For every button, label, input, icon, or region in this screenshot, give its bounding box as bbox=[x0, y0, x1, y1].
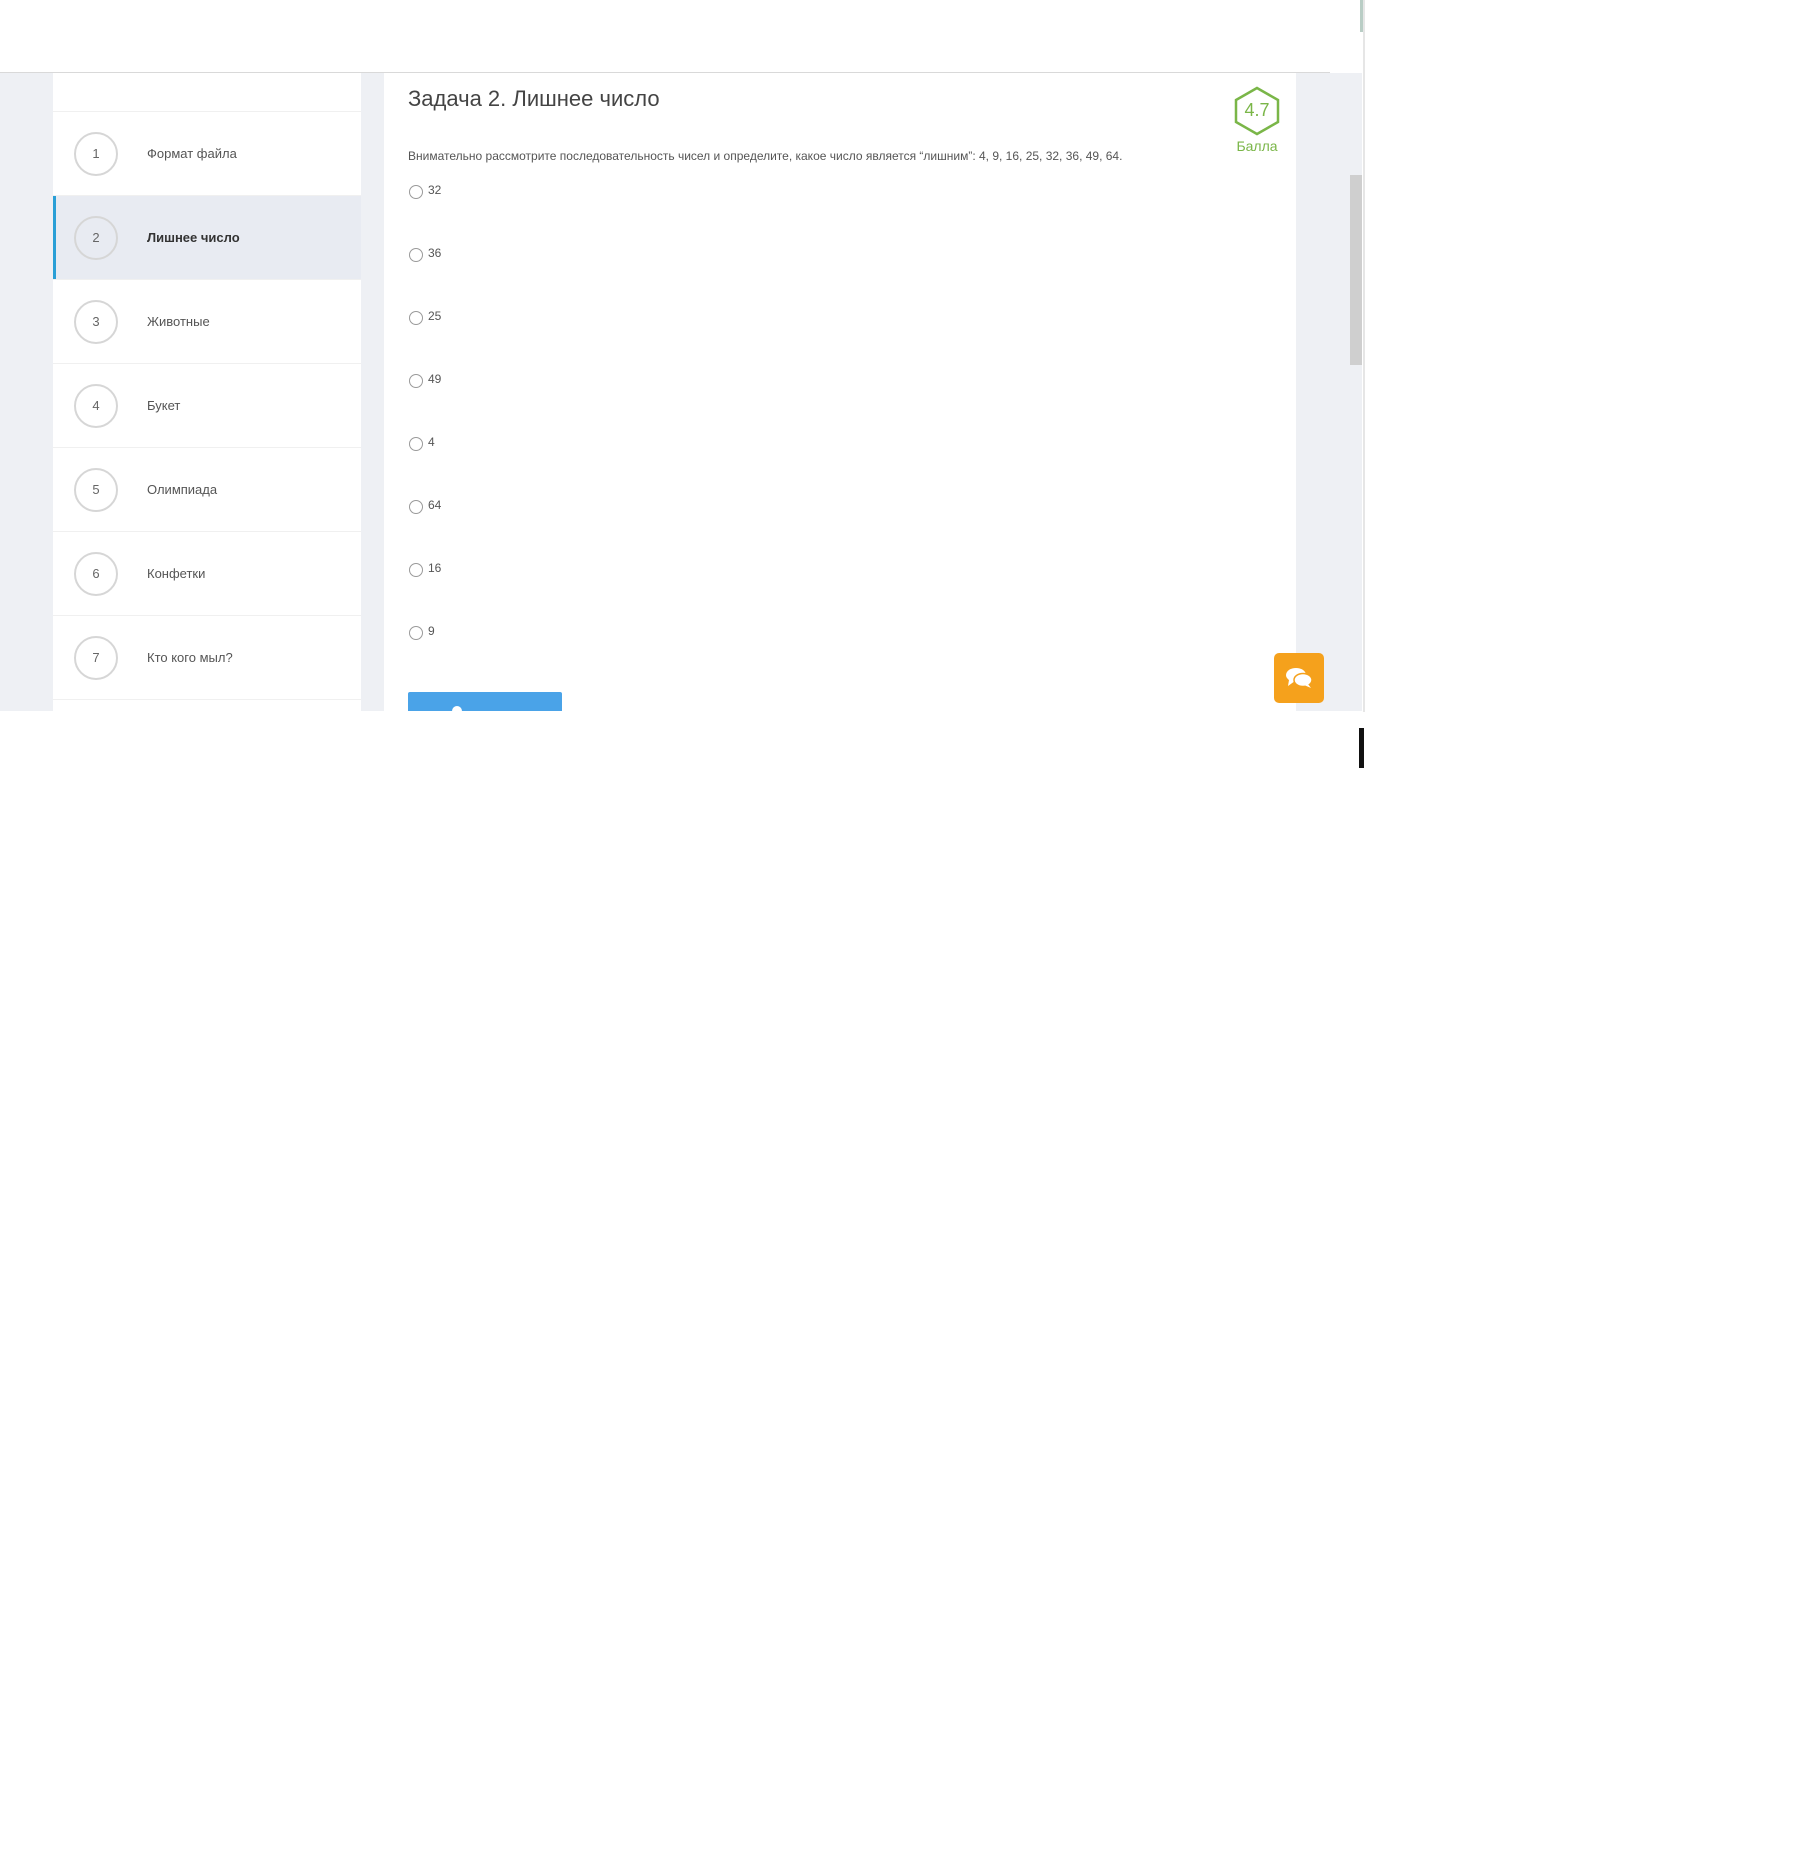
radio-button[interactable] bbox=[409, 563, 423, 577]
task-number-circle: 2 bbox=[74, 215, 118, 260]
radio-button[interactable] bbox=[409, 500, 423, 514]
radio-button[interactable] bbox=[409, 311, 423, 325]
task-number-circle: 4 bbox=[74, 383, 118, 428]
answer-label: 25 bbox=[428, 309, 442, 323]
chat-bubbles-icon bbox=[1286, 668, 1313, 688]
answer-option[interactable]: 32 bbox=[409, 183, 441, 246]
answer-label: 36 bbox=[428, 246, 442, 260]
task-sidebar: 1 Формат файла 2 Лишнее число 3 Животные… bbox=[53, 73, 361, 711]
answer-label: 64 bbox=[428, 498, 442, 512]
radio-button[interactable] bbox=[409, 374, 423, 388]
sidebar-header bbox=[53, 73, 361, 112]
score-label: Балла bbox=[1236, 138, 1278, 154]
answer-option[interactable]: 36 bbox=[409, 246, 441, 309]
sidebar-item-label: Животные bbox=[147, 314, 210, 329]
answer-options: 32 36 25 49 4 64 16 9 bbox=[409, 183, 441, 687]
answer-option[interactable]: 25 bbox=[409, 309, 441, 372]
button-icon bbox=[452, 706, 462, 711]
radio-button[interactable] bbox=[409, 437, 423, 451]
scrollbar[interactable] bbox=[1348, 73, 1362, 711]
sidebar-item-4[interactable]: 4 Букет bbox=[53, 364, 361, 448]
top-bar bbox=[0, 0, 1330, 74]
sidebar-item-3[interactable]: 3 Животные bbox=[53, 280, 361, 364]
answer-option[interactable]: 64 bbox=[409, 498, 441, 561]
answer-option[interactable]: 49 bbox=[409, 372, 441, 435]
answer-option[interactable]: 9 bbox=[409, 624, 441, 687]
sidebar-item-7[interactable]: 7 Кто кого мыл? bbox=[53, 616, 361, 700]
task-panel: Задача 2. Лишнее число 4.7 Балла Внимате… bbox=[384, 73, 1296, 711]
answer-label: 9 bbox=[428, 624, 435, 638]
task-description: Внимательно рассмотрите последовательнос… bbox=[408, 149, 1123, 163]
answer-label: 49 bbox=[428, 372, 442, 386]
sidebar-item-label: Конфетки bbox=[147, 566, 206, 581]
bottom-strip bbox=[0, 711, 14, 725]
sidebar-item-label: Букет bbox=[147, 398, 181, 413]
task-number-circle: 6 bbox=[74, 551, 118, 596]
sidebar-item-1[interactable]: 1 Формат файла bbox=[53, 112, 361, 196]
answer-label: 4 bbox=[428, 435, 435, 449]
sidebar-item-label: Лишнее число bbox=[147, 230, 240, 245]
task-number-circle: 5 bbox=[74, 467, 118, 512]
radio-button[interactable] bbox=[409, 626, 423, 640]
answer-option[interactable]: 4 bbox=[409, 435, 441, 498]
sidebar-item-label: Кто кого мыл? bbox=[147, 650, 233, 665]
task-number-circle: 1 bbox=[74, 131, 118, 176]
page-content: 1 Формат файла 2 Лишнее число 3 Животные… bbox=[0, 73, 1362, 711]
window-edge-marker bbox=[1359, 728, 1364, 768]
page-title: Задача 2. Лишнее число bbox=[408, 86, 660, 111]
sidebar-item-6[interactable]: 6 Конфетки bbox=[53, 532, 361, 616]
scrollbar-thumb[interactable] bbox=[1350, 175, 1362, 365]
radio-button[interactable] bbox=[409, 185, 423, 199]
task-number-circle: 3 bbox=[74, 299, 118, 344]
sidebar-item-label: Формат файла bbox=[147, 146, 237, 161]
submit-button[interactable] bbox=[408, 692, 562, 711]
score-value: 4.7 bbox=[1244, 100, 1270, 120]
score-badge: 4.7 Балла bbox=[1227, 86, 1287, 154]
sidebar-item-2[interactable]: 2 Лишнее число bbox=[53, 196, 361, 280]
answer-option[interactable]: 16 bbox=[409, 561, 441, 624]
sidebar-item-label: Олимпиада bbox=[147, 482, 218, 497]
answer-label: 32 bbox=[428, 183, 442, 197]
sidebar-item-5[interactable]: 5 Олимпиада bbox=[53, 448, 361, 532]
radio-button[interactable] bbox=[409, 248, 423, 262]
task-number-circle: 7 bbox=[74, 635, 118, 680]
chat-button[interactable] bbox=[1274, 653, 1324, 703]
answer-label: 16 bbox=[428, 561, 442, 575]
window-edge bbox=[1363, 0, 1365, 712]
